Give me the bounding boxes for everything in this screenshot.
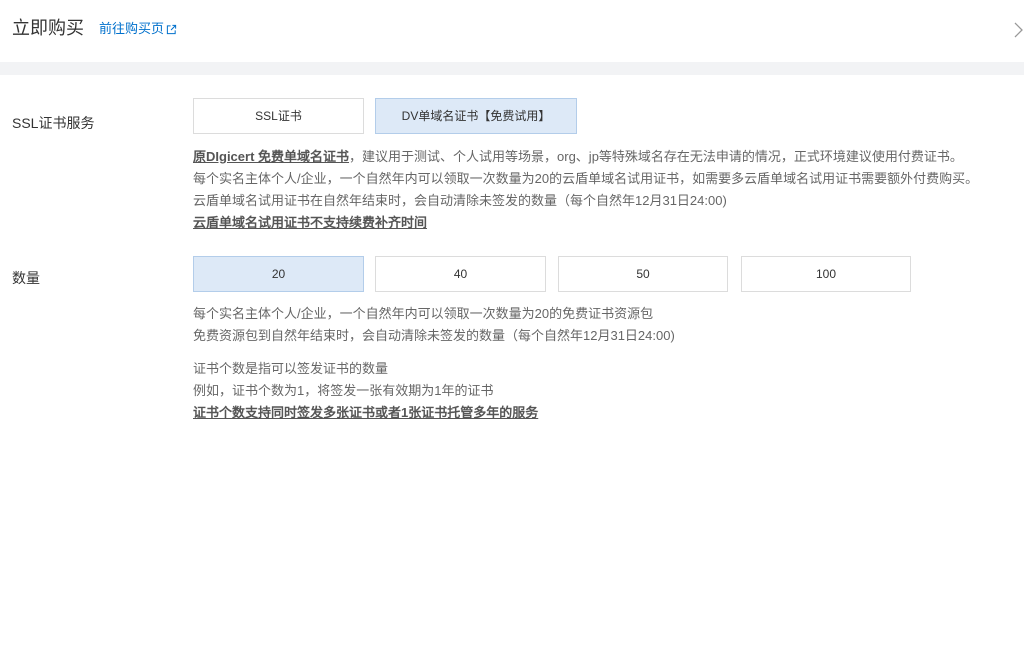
chevron-right-icon[interactable] — [1013, 21, 1023, 39]
panel-header: 立即购买 前往购买页 — [0, 0, 1024, 62]
header-divider-band — [0, 62, 1024, 75]
note-line: 免费资源包到自然年结束时，会自动清除未签发的数量（每个自然年12月31日24:0… — [193, 328, 675, 343]
note-line: 每个实名主体个人/企业，一个自然年内可以领取一次数量为20的免费证书资源包 — [193, 306, 654, 321]
ssl-service-description: 原DIgicert 免费单域名证书，建议用于测试、个人试用等场景，org、jp等… — [193, 146, 1019, 234]
quantity-option-100[interactable]: 100 — [741, 256, 911, 292]
buy-page-link[interactable]: 前往购买页 — [99, 20, 177, 38]
quantity-notes-count: 证书个数是指可以签发证书的数量 例如，证书个数为1，将签发一张有效期为1年的证书… — [193, 358, 1019, 424]
quantity-notes-resource: 每个实名主体个人/企业，一个自然年内可以领取一次数量为20的免费证书资源包 免费… — [193, 303, 1019, 347]
external-link-icon — [166, 24, 177, 35]
description-emphasis: 原DIgicert 免费单域名证书 — [193, 149, 350, 164]
description-line: 原DIgicert 免费单域名证书，建议用于测试、个人试用等场景，org、jp等… — [193, 146, 1019, 168]
description-line: 云盾单域名试用证书在自然年结束时，会自动清除未签发的数量（每个自然年12月31日… — [193, 193, 727, 208]
buy-page-link-label: 前往购买页 — [99, 21, 165, 36]
quantity-option-20[interactable]: 20 — [193, 256, 364, 292]
note-line: 证书个数是指可以签发证书的数量 — [193, 361, 389, 376]
description-text: ，建议用于测试、个人试用等场景，org、jp等特殊域名存在无法申请的情况，正式环… — [349, 149, 963, 164]
description-line: 每个实名主体个人/企业，一个自然年内可以领取一次数量为20的云盾单域名试用证书，… — [193, 171, 979, 186]
ssl-service-label: SSL证书服务 — [12, 115, 95, 131]
quantity-options: 20 40 50 100 — [193, 256, 913, 292]
quantity-option-50[interactable]: 50 — [558, 256, 728, 292]
description-emphasis: 云盾单域名试用证书不支持续费补齐时间 — [193, 215, 428, 230]
description-line: 云盾单域名试用证书不支持续费补齐时间 — [193, 212, 1019, 234]
quantity-label: 数量 — [12, 270, 40, 286]
quantity-option-40[interactable]: 40 — [375, 256, 546, 292]
option-ssl-cert[interactable]: SSL证书 — [193, 98, 364, 134]
ssl-service-options: SSL证书 DV单域名证书【免费试用】 — [193, 98, 913, 134]
note-emphasis: 证书个数支持同时签发多张证书或者1张证书托管多年的服务 — [193, 405, 539, 420]
note-line: 例如，证书个数为1，将签发一张有效期为1年的证书 — [193, 383, 494, 398]
option-dv-single-domain-free-trial[interactable]: DV单域名证书【免费试用】 — [375, 98, 577, 134]
page-title: 立即购买 — [12, 18, 84, 38]
note-line: 证书个数支持同时签发多张证书或者1张证书托管多年的服务 — [193, 402, 1019, 424]
